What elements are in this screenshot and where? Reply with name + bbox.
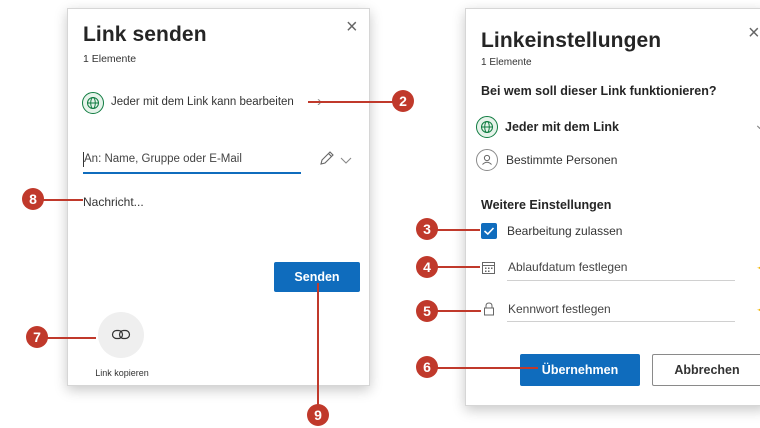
dialog-title: Linkeinstellungen — [481, 29, 662, 52]
copy-link-label: Link kopieren — [95, 368, 149, 378]
field-underline — [507, 280, 735, 281]
close-icon[interactable]: × — [748, 23, 760, 43]
callout-marker-8: 8 — [22, 188, 44, 210]
option-specific-people[interactable]: Bestimmte Personen — [476, 149, 676, 173]
copy-link-button[interactable] — [98, 312, 144, 358]
recipient-input[interactable]: An: Name, Gruppe oder E-Mail — [83, 149, 301, 174]
globe-icon — [82, 92, 104, 114]
dialog-title: Link senden — [83, 23, 207, 46]
callout-line-6 — [428, 367, 538, 369]
callout-marker-2: 2 — [392, 90, 414, 112]
close-icon[interactable]: × — [346, 17, 358, 37]
checkbox-checked-icon — [481, 223, 497, 239]
apply-button[interactable]: Übernehmen — [520, 354, 640, 386]
calendar-icon — [481, 260, 496, 275]
recipient-placeholder: An: Name, Gruppe oder E-Mail — [84, 153, 242, 165]
chevron-down-icon[interactable] — [340, 153, 352, 164]
permission-setting-button[interactable]: Jeder mit dem Link kann bearbeiten › — [82, 92, 332, 114]
password-field[interactable]: Kennwort festlegen ✦ — [481, 300, 760, 324]
allow-edit-checkbox[interactable]: Bearbeitung zulassen — [481, 223, 681, 241]
option-anyone-with-link[interactable]: Jeder mit dem Link ⌄ — [476, 116, 760, 140]
people-icon — [476, 149, 498, 171]
callout-marker-7: 7 — [26, 326, 48, 348]
link-icon — [111, 329, 131, 340]
callout-marker-6: 6 — [416, 356, 438, 378]
premium-star-icon: ✦ — [756, 303, 760, 317]
premium-star-icon: ✦ — [756, 261, 760, 275]
expiry-date-field[interactable]: Ablaufdatum festlegen ✦ — [481, 259, 760, 283]
chevron-down-icon: ⌄ — [754, 116, 760, 132]
callout-marker-4: 4 — [416, 256, 438, 278]
field-underline — [507, 321, 735, 322]
expiry-placeholder: Ablaufdatum festlegen — [508, 260, 628, 274]
callout-line-2 — [308, 101, 393, 103]
password-placeholder: Kennwort festlegen — [508, 302, 611, 316]
item-count: 1 Elemente — [481, 57, 532, 68]
audience-question: Bei wem soll dieser Link funktionieren? — [481, 84, 717, 98]
pencil-icon[interactable] — [318, 149, 336, 167]
lock-icon — [482, 301, 496, 317]
item-count: 1 Elemente — [83, 53, 137, 65]
callout-line-7 — [46, 337, 96, 339]
allow-edit-label: Bearbeitung zulassen — [507, 224, 623, 238]
callout-marker-9: 9 — [307, 404, 329, 426]
globe-icon — [476, 116, 498, 138]
message-input[interactable]: Nachricht... — [83, 195, 144, 209]
option-specific-label: Bestimmte Personen — [506, 153, 618, 167]
link-settings-dialog: Linkeinstellungen 1 Elemente × Bei wem s… — [465, 8, 760, 406]
more-settings-heading: Weitere Einstellungen — [481, 198, 612, 212]
permission-text: Jeder mit dem Link kann bearbeiten — [111, 96, 294, 108]
send-link-dialog: Link senden 1 Elemente × Jeder mit dem L… — [67, 8, 370, 386]
cancel-button[interactable]: Abbrechen — [652, 354, 760, 386]
input-underline — [83, 172, 301, 174]
callout-marker-3: 3 — [416, 218, 438, 240]
callout-line-9 — [317, 283, 319, 408]
option-anyone-label: Jeder mit dem Link — [505, 120, 619, 134]
callout-marker-5: 5 — [416, 300, 438, 322]
callout-line-8 — [42, 199, 83, 201]
